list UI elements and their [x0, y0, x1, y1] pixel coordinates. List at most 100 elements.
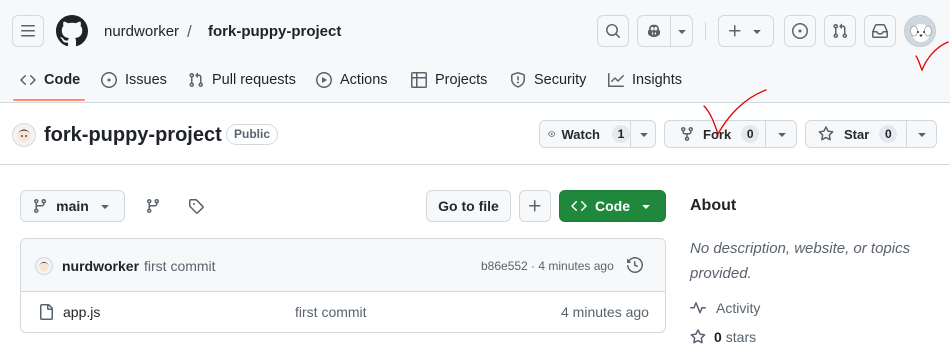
- chevron-down-icon: [642, 205, 650, 209]
- pulse-icon: [690, 302, 706, 314]
- inbox-icon: [872, 24, 888, 38]
- tab-code[interactable]: Code: [20, 62, 80, 98]
- git-branch-icon: [34, 199, 47, 214]
- watch-button-group: Watch 1: [539, 120, 656, 148]
- code-dropdown-button[interactable]: Code: [559, 190, 666, 222]
- add-file-button[interactable]: [519, 190, 551, 222]
- commit-message[interactable]: first commit: [144, 258, 216, 274]
- commit-sha-time[interactable]: b86e552 · 4 minutes ago: [481, 259, 614, 273]
- watch-label: Watch: [561, 126, 600, 142]
- file-commit-message[interactable]: first commit: [295, 304, 367, 320]
- branches-link[interactable]: [145, 198, 161, 214]
- history-icon: [627, 257, 643, 273]
- tab-insights[interactable]: Insights: [608, 62, 682, 98]
- latest-commit-row: nurdworker first commit b86e552 · 4 minu…: [21, 239, 665, 292]
- git-pull-request-icon: [833, 23, 848, 39]
- star-button[interactable]: Star 0: [806, 125, 906, 143]
- about-description: No description, website, or topics provi…: [690, 240, 911, 282]
- search-icon: [606, 24, 621, 39]
- code-button-label: Code: [595, 198, 630, 214]
- fork-dropdown[interactable]: [766, 121, 797, 147]
- star-icon: [690, 329, 706, 344]
- git-pull-request-icon: [189, 72, 204, 88]
- commit-author[interactable]: nurdworker: [62, 258, 139, 274]
- commit-author-avatar[interactable]: [35, 257, 53, 275]
- issues-button[interactable]: [784, 15, 816, 47]
- star-icon: [818, 126, 834, 141]
- watch-dropdown[interactable]: [631, 121, 656, 147]
- stars-label: stars: [725, 329, 757, 345]
- graph-icon: [608, 73, 624, 87]
- file-row[interactable]: app.js first commit 4 minutes ago: [21, 292, 665, 332]
- file-browser: nurdworker first commit b86e552 · 4 minu…: [20, 238, 666, 333]
- search-button[interactable]: [597, 15, 629, 47]
- stars-link[interactable]: 0 stars: [690, 329, 756, 345]
- tab-projects[interactable]: Projects: [411, 62, 487, 98]
- tab-projects-label: Projects: [435, 72, 488, 88]
- tab-pull-requests[interactable]: Pull requests: [188, 62, 296, 98]
- copilot-button[interactable]: [637, 15, 693, 47]
- shield-icon: [511, 72, 525, 88]
- commit-history-button[interactable]: [627, 257, 643, 273]
- repo-title-bar: fork-puppy-project Public Watch 1 Fork 0…: [0, 103, 950, 165]
- stars-count: 0: [714, 329, 722, 345]
- plus-icon: [729, 25, 741, 37]
- tab-security-label: Security: [534, 72, 587, 88]
- create-new-button[interactable]: [718, 15, 774, 47]
- tab-code-label: Code: [44, 72, 81, 88]
- global-header: nurdworker / fork-puppy-project Code Iss…: [0, 0, 950, 103]
- activity-label: Activity: [716, 300, 761, 316]
- eye-icon: [548, 131, 556, 137]
- header-divider: [705, 22, 706, 40]
- breadcrumb-owner[interactable]: nurdworker: [104, 22, 179, 42]
- selected-tab-indicator: [13, 99, 85, 101]
- plus-icon: [529, 200, 541, 212]
- tab-actions-label: Actions: [340, 72, 388, 88]
- tab-issues[interactable]: Issues: [101, 62, 167, 98]
- code-icon: [571, 200, 587, 212]
- tab-issues-label: Issues: [125, 72, 167, 88]
- tab-actions[interactable]: Actions: [316, 62, 388, 98]
- file-name[interactable]: app.js: [63, 304, 100, 320]
- breadcrumb-repo[interactable]: fork-puppy-project: [208, 22, 341, 42]
- repo-name[interactable]: fork-puppy-project: [44, 123, 222, 147]
- tags-link[interactable]: [188, 198, 204, 214]
- watch-count: 1: [612, 125, 630, 143]
- avatar-icon: [17, 129, 31, 142]
- tag-icon: [189, 199, 204, 214]
- about-heading: About: [690, 197, 737, 214]
- chevron-down-icon: [753, 30, 761, 34]
- repo-owner-avatar[interactable]: [12, 123, 36, 147]
- git-branch-icon: [146, 199, 159, 214]
- issue-opened-icon: [792, 23, 808, 39]
- branch-select-button[interactable]: main: [20, 190, 125, 222]
- tab-pull-requests-label: Pull requests: [212, 72, 296, 88]
- tab-insights-label: Insights: [632, 72, 682, 88]
- inbox-button[interactable]: [864, 15, 896, 47]
- annotation-checkmark-fork: [703, 89, 767, 136]
- go-to-file-button[interactable]: Go to file: [426, 190, 511, 222]
- menu-button[interactable]: [12, 15, 44, 47]
- file-commit-time: 4 minutes ago: [561, 304, 649, 320]
- issue-opened-icon: [101, 72, 117, 88]
- table-icon: [411, 72, 427, 88]
- file-icon: [40, 304, 53, 320]
- breadcrumb-separator: /: [187, 22, 192, 41]
- star-button-group: Star 0: [805, 120, 937, 148]
- code-icon: [20, 74, 36, 86]
- star-dropdown[interactable]: [907, 121, 937, 147]
- visibility-badge: Public: [226, 124, 279, 145]
- github-logo-icon[interactable]: [56, 15, 88, 47]
- annotation-checkmark-avatar: [915, 41, 949, 72]
- chevron-down-icon: [678, 30, 686, 34]
- hamburger-icon: [21, 25, 35, 37]
- watch-button[interactable]: Watch 1: [540, 125, 630, 143]
- pull-requests-button[interactable]: [824, 15, 856, 47]
- chevron-down-icon: [101, 205, 109, 209]
- repo-forked-icon: [681, 127, 693, 142]
- avatar-icon: [38, 262, 50, 272]
- activity-link[interactable]: Activity: [690, 300, 760, 316]
- tab-security[interactable]: Security: [510, 62, 586, 98]
- play-icon: [316, 72, 332, 88]
- chevron-down-icon: [777, 133, 786, 137]
